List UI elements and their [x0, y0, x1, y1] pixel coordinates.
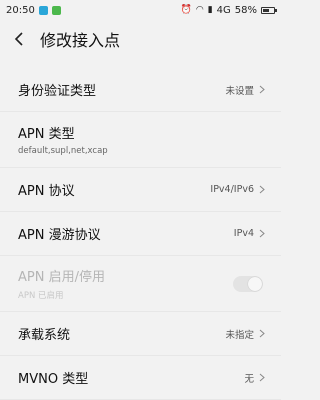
setting-subtext: APN 已启用: [18, 291, 64, 301]
setting-apn-enable: APN 启用/停用 APN 已启用: [0, 256, 281, 312]
wifi-icon: ◠: [195, 4, 204, 15]
status-time: 20:50: [6, 4, 35, 16]
setting-label: APN 漫游协议: [18, 228, 101, 243]
setting-label: APN 启用/停用: [18, 270, 105, 285]
apn-enable-toggle[interactable]: [233, 275, 263, 292]
back-button[interactable]: [4, 20, 34, 58]
network-type: 4G: [216, 4, 231, 16]
chevron-right-icon: [259, 185, 265, 194]
status-right: ⏰ ◠ ▮ 4G 58%: [180, 4, 277, 16]
chevron-left-icon: [14, 32, 23, 46]
setting-value: IPv4: [233, 228, 254, 239]
setting-label: MVNO 类型: [18, 372, 89, 387]
setting-value: 未设置: [225, 85, 254, 97]
setting-bearer[interactable]: 承载系统 未指定: [0, 312, 281, 356]
setting-mvno-type[interactable]: MVNO 类型 无: [0, 356, 281, 400]
setting-apn-type[interactable]: APN 类型 default,supl,net,xcap: [0, 112, 281, 168]
setting-subtext: default,supl,net,xcap: [18, 146, 108, 156]
setting-auth-type[interactable]: 身份验证类型 未设置: [0, 68, 281, 112]
setting-value: IPv4/IPv6: [210, 184, 254, 195]
battery-percent: 58%: [234, 4, 257, 16]
setting-label: 承载系统: [18, 328, 71, 343]
alarm-icon: ⏰: [180, 4, 192, 15]
status-bar: 20:50 ⏰ ◠ ▮ 4G 58%: [0, 0, 281, 20]
setting-value: 无: [244, 373, 254, 385]
setting-apn-protocol[interactable]: APN 协议 IPv4/IPv6: [0, 168, 281, 212]
setting-label: APN 类型: [18, 127, 75, 142]
setting-label: 身份验证类型: [18, 84, 97, 99]
app-notification-icon: [38, 5, 48, 15]
chevron-right-icon: [259, 373, 265, 382]
chevron-right-icon: [259, 229, 265, 238]
chevron-right-icon: [259, 85, 265, 94]
battery-icon: [261, 6, 277, 14]
chat-notification-icon: [51, 5, 61, 15]
chevron-right-icon: [259, 329, 265, 338]
setting-apn-roaming-protocol[interactable]: APN 漫游协议 IPv4: [0, 212, 281, 256]
toggle-knob: [248, 276, 262, 291]
setting-label: APN 协议: [18, 184, 75, 199]
signal-icon: ▮: [207, 4, 213, 15]
apn-settings-list: 身份验证类型 未设置 APN 类型 default,supl,net,xcap …: [0, 68, 281, 400]
page-title: 修改接入点: [40, 31, 121, 50]
app-header: 修改接入点: [0, 20, 281, 58]
setting-value: 未指定: [225, 329, 254, 341]
status-left: 20:50: [6, 5, 61, 16]
